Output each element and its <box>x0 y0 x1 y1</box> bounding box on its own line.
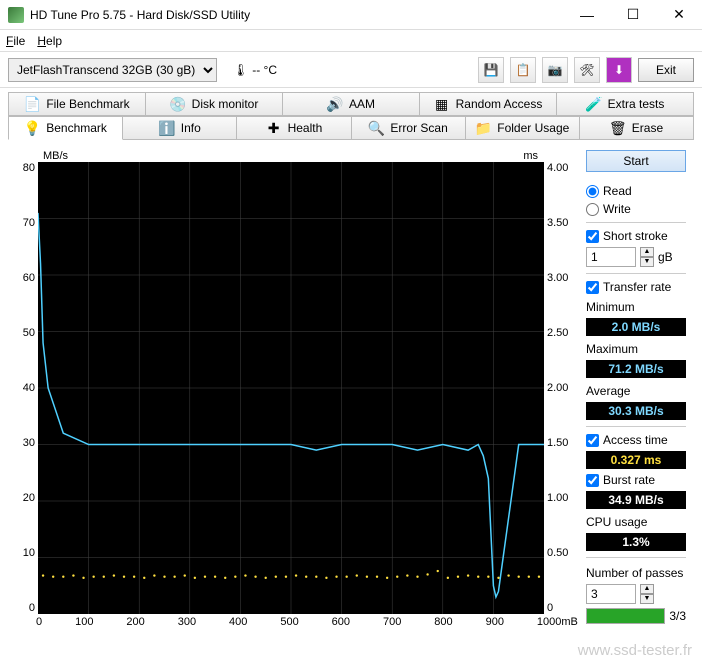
window-buttons: — ☐ ✕ <box>564 0 702 30</box>
short-stroke-check[interactable]: Short stroke <box>586 229 686 243</box>
toolbar: JetFlashTranscend 32GB (30 gB) 🌡 -- °C 💾… <box>0 52 702 88</box>
titlebar: HD Tune Pro 5.75 - Hard Disk/SSD Utility… <box>0 0 702 30</box>
tab-icon: 🔊 <box>327 96 343 112</box>
cpu-value: 1.3% <box>586 533 686 551</box>
maximum-value: 71.2 MB/s <box>586 360 686 378</box>
tab-random-access[interactable]: ▦Random Access <box>420 92 557 116</box>
tab-folder-usage[interactable]: 📁Folder Usage <box>466 116 580 140</box>
minimum-label: Minimum <box>586 300 686 314</box>
tab-icon: ℹ️ <box>159 120 175 136</box>
y-right-label: ms <box>523 150 538 162</box>
average-label: Average <box>586 384 686 398</box>
write-radio[interactable] <box>586 203 599 216</box>
close-button[interactable]: ✕ <box>656 0 702 30</box>
passes-label: Number of passes <box>586 566 686 580</box>
copy-icon[interactable]: 📋 <box>510 57 536 83</box>
cpu-label: CPU usage <box>586 515 686 529</box>
passes-input[interactable] <box>586 584 636 604</box>
x-axis: 01002003004005006007008009001000mB <box>8 614 578 628</box>
save-icon[interactable]: 💾 <box>478 57 504 83</box>
tab-error-scan[interactable]: 🔍Error Scan <box>352 116 466 140</box>
thermometer-icon: 🌡 <box>233 63 248 77</box>
short-stroke-input[interactable] <box>586 247 636 267</box>
settings-icon[interactable]: 🛠 <box>574 57 600 83</box>
tab-icon: 🧪 <box>586 96 602 112</box>
screenshot-icon[interactable]: 📷 <box>542 57 568 83</box>
passes-done-text: 3/3 <box>669 609 686 623</box>
tab-extra-tests[interactable]: 🧪Extra tests <box>557 92 694 116</box>
window-title: HD Tune Pro 5.75 - Hard Disk/SSD Utility <box>30 8 564 22</box>
average-value: 30.3 MB/s <box>586 402 686 420</box>
read-radio-row[interactable]: Read <box>586 184 686 198</box>
menu-help[interactable]: Help <box>37 34 62 48</box>
burst-rate-check[interactable]: Burst rate <box>586 473 686 487</box>
tab-file-benchmark[interactable]: 📄File Benchmark <box>8 92 146 116</box>
tab-icon: 🗑 <box>610 120 626 136</box>
side-panel: Start Read Write Short stroke ▲▼ gB Tran… <box>586 150 686 628</box>
y-axis-left: 80706050403020100 <box>8 162 38 614</box>
passes-spin[interactable]: ▲▼ <box>640 584 654 604</box>
tab-icon: 📁 <box>475 120 491 136</box>
tab-aam[interactable]: 🔊AAM <box>283 92 420 116</box>
menubar: File Help <box>0 30 702 52</box>
chart-plot <box>38 162 544 614</box>
tab-icon: ✚ <box>266 120 282 136</box>
y-left-label: MB/s <box>43 150 68 162</box>
minimize-button[interactable]: — <box>564 0 610 30</box>
tab-disk-monitor[interactable]: 💿Disk monitor <box>146 92 283 116</box>
maximize-button[interactable]: ☐ <box>610 0 656 30</box>
passes-progress <box>586 608 665 624</box>
chart-area: MB/s ms 80706050403020100 4.003.503.002.… <box>8 150 578 628</box>
temperature-value: -- °C <box>252 63 277 77</box>
transfer-rate-check[interactable]: Transfer rate <box>586 280 686 294</box>
burst-value: 34.9 MB/s <box>586 491 686 509</box>
tab-icon: 💡 <box>24 120 40 136</box>
maximum-label: Maximum <box>586 342 686 356</box>
start-button[interactable]: Start <box>586 150 686 172</box>
temperature-display: 🌡 -- °C <box>233 63 277 77</box>
y-axis-right: 4.003.503.002.502.001.501.000.500 <box>544 162 574 614</box>
app-icon <box>8 7 24 23</box>
menu-file[interactable]: File <box>6 34 25 48</box>
exit-button[interactable]: Exit <box>638 58 694 82</box>
tab-icon: 📄 <box>24 96 40 112</box>
access-time-check[interactable]: Access time <box>586 433 686 447</box>
tab-icon: 🔍 <box>368 120 384 136</box>
drive-select[interactable]: JetFlashTranscend 32GB (30 gB) <box>8 58 217 82</box>
tab-icon: ▦ <box>434 96 450 112</box>
minimum-value: 2.0 MB/s <box>586 318 686 336</box>
tab-icon: 💿 <box>170 96 186 112</box>
tab-info[interactable]: ℹ️Info <box>123 116 237 140</box>
tab-benchmark[interactable]: 💡Benchmark <box>8 116 123 140</box>
watermark: www.ssd-tester.fr <box>578 642 692 659</box>
short-stroke-spin[interactable]: ▲▼ <box>640 247 654 267</box>
read-radio[interactable] <box>586 185 599 198</box>
tab-health[interactable]: ✚Health <box>237 116 351 140</box>
download-icon[interactable]: ⬇ <box>606 57 632 83</box>
write-radio-row[interactable]: Write <box>586 202 686 216</box>
tabs-row-top: 📄File Benchmark💿Disk monitor🔊AAM▦Random … <box>8 92 694 116</box>
tabs-row-bottom: 💡Benchmarkℹ️Info✚Health🔍Error Scan📁Folde… <box>8 116 694 140</box>
tab-erase[interactable]: 🗑Erase <box>580 116 694 140</box>
access-value: 0.327 ms <box>586 451 686 469</box>
